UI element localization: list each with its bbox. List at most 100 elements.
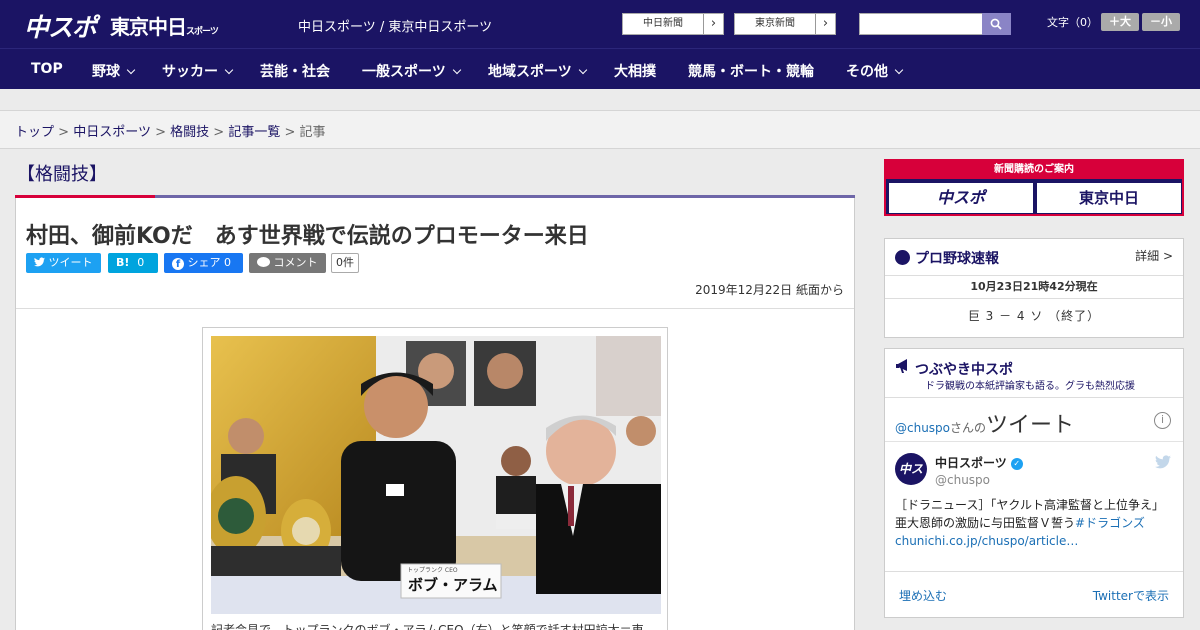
breadcrumb-chunichi-sports[interactable]: 中日スポーツ: [73, 125, 151, 140]
breadcrumb: トップ > 中日スポーツ > 格闘技 > 記事一覧 > 記事: [15, 121, 326, 140]
score-timestamp: 10月23日21時42分現在: [885, 275, 1183, 299]
tweet-text: ［ドラニュース］「ヤクルト高津監督と上位争え」亜大恩師の激励に与田監督Ｖ誓う#ド…: [895, 496, 1175, 550]
nav-top[interactable]: TOP: [31, 61, 63, 77]
subscription-banner[interactable]: 新聞購読のご案内 中スポ 東京中日: [884, 159, 1184, 216]
article-headline: 村田、御前KOだ あす世界戦で伝説のプロモーター来日: [26, 224, 589, 249]
site-title[interactable]: 中日スポーツ / 東京中日スポーツ: [298, 16, 492, 35]
search-button[interactable]: [982, 13, 1011, 35]
tweet-hashtag[interactable]: #ドラゴンズ: [1075, 516, 1145, 530]
timeline-title: ツイート: [986, 413, 1075, 438]
top-header: 中スポ 東京中日スポーツ 中日スポーツ / 東京中日スポーツ 中日新聞 › 東京…: [0, 0, 1200, 48]
font-smaller-button[interactable]: －小: [1142, 13, 1180, 31]
timeline-suffix: さんの: [950, 421, 987, 435]
info-icon[interactable]: i: [1154, 412, 1171, 429]
spacer-band: [0, 89, 1200, 111]
tokyo-logo-sub: スポーツ: [186, 27, 219, 37]
tweet-button[interactable]: ツイート: [26, 253, 101, 273]
article-card: 村田、御前KOだ あす世界戦で伝説のプロモーター来日 ツイート B! 0 f シ…: [15, 198, 855, 630]
chuspo-ad-logo[interactable]: 中スポ: [889, 183, 1033, 213]
divider: [16, 308, 854, 309]
nav-other[interactable]: その他: [846, 61, 904, 81]
twitter-bird-icon: [34, 257, 45, 267]
chevron-right-icon: ›: [815, 14, 835, 34]
tokyo-chunichi-ad-logo[interactable]: 東京中日: [1037, 183, 1181, 213]
tweet-link[interactable]: chunichi.co.jp/chuspo/article…: [895, 534, 1078, 548]
tokyo-logo-text: 東京中日: [110, 15, 187, 39]
breadcrumb-separator: >: [284, 125, 296, 140]
embed-link[interactable]: 埋め込む: [899, 587, 947, 604]
breadcrumb-current: 記事: [299, 125, 326, 140]
subscription-banner-title: 新聞購読のご案内: [886, 161, 1182, 179]
search-icon: [990, 18, 1002, 30]
chevron-right-icon: ›: [703, 14, 723, 34]
breadcrumb-martial-arts[interactable]: 格闘技: [170, 125, 209, 140]
nav-label: その他: [846, 64, 888, 80]
breadcrumb-top[interactable]: トップ: [15, 125, 54, 140]
view-on-twitter-link[interactable]: Twitterで表示: [1093, 587, 1169, 604]
article-photo[interactable]: トップランク CEO ボブ・アラム: [211, 336, 661, 614]
comment-button[interactable]: コメント: [249, 253, 326, 273]
photo-caption: 記者会見で、トップランクのボブ・アラムCEO（右）と笑顔で話す村田諒太＝東: [211, 623, 644, 630]
article-date: 2019年12月22日 紙面から: [695, 283, 844, 297]
nav-soccer[interactable]: サッカー: [162, 61, 234, 81]
nav-sumo[interactable]: 大相撲: [614, 61, 656, 81]
facebook-label: シェア: [187, 256, 221, 269]
facebook-icon: f: [172, 258, 184, 270]
baseball-icon: [895, 250, 910, 265]
breadcrumb-separator: >: [213, 125, 225, 140]
breadcrumb-bar: トップ > 中日スポーツ > 格闘技 > 記事一覧 > 記事: [0, 111, 1200, 149]
twitter-widget: つぶやき中スポ ドラ観戦の本紙評論家も語る。グラも熱烈応援 @chuspoさんの…: [884, 348, 1184, 618]
facebook-count: 0: [224, 256, 231, 269]
twitter-bird-icon[interactable]: [1155, 455, 1171, 469]
nav-baseball[interactable]: 野球: [92, 61, 136, 81]
chevron-down-icon: [578, 65, 587, 75]
comment-count: 0件: [331, 253, 359, 273]
timeline-header: @chuspoさんのツイート: [895, 407, 1074, 439]
verified-badge-icon: ✓: [1010, 458, 1023, 470]
tokyo-chunichi-logo[interactable]: 東京中日スポーツ: [110, 11, 219, 40]
breadcrumb-separator: >: [155, 125, 166, 140]
name-card-title: トップランク CEO: [407, 567, 458, 574]
category-heading: 【格闘技】: [17, 164, 107, 185]
chevron-down-icon: [452, 65, 461, 75]
comment-label: コメント: [273, 256, 318, 269]
tokyo-shimbun-link[interactable]: 東京新聞 ›: [734, 13, 836, 35]
baseball-detail-link[interactable]: 詳細 >: [1135, 247, 1173, 264]
nav-label: 地域スポーツ: [488, 64, 572, 80]
nav-racing[interactable]: 競馬・ボート・競輪: [688, 61, 814, 81]
chevron-down-icon: [224, 65, 234, 75]
tweet-account-name[interactable]: 中日スポーツ ✓: [935, 454, 1023, 471]
timeline-handle[interactable]: @chuspo: [895, 421, 950, 435]
nav-label: 競馬・ボート・競輪: [688, 64, 814, 80]
nav-label: 大相撲: [614, 64, 656, 80]
account-name: 中日スポーツ: [935, 456, 1007, 470]
nav-label: 芸能・社会: [260, 64, 330, 80]
avatar[interactable]: 中ス: [895, 453, 927, 485]
nav-entertainment[interactable]: 芸能・社会: [260, 61, 330, 81]
hatena-bookmark-button[interactable]: B! 0: [108, 253, 158, 273]
font-larger-button[interactable]: ＋大: [1101, 13, 1139, 31]
nav-label: TOP: [31, 61, 63, 77]
nav-general-sports[interactable]: 一般スポーツ: [362, 61, 461, 81]
baseball-score-widget: プロ野球速報 詳細 > 10月23日21時42分現在 巨 3 － 4 ソ （終了…: [884, 238, 1184, 338]
font-size-label: 文字（0）: [1047, 16, 1098, 29]
score-result[interactable]: 巨 3 － 4 ソ （終了）: [885, 307, 1183, 324]
facebook-share-button[interactable]: f シェア 0: [164, 253, 243, 273]
chuspo-logo[interactable]: 中スポ: [24, 8, 97, 44]
article-photo-frame: トップランク CEO ボブ・アラム 記者会見で、トップランクのボブ・アラムCEO…: [202, 327, 668, 630]
twitter-widget-title: つぶやき中スポ: [915, 362, 1013, 378]
nav-local-sports[interactable]: 地域スポーツ: [488, 61, 587, 81]
twitter-widget-subtitle: ドラ観戦の本紙評論家も語る。グラも熱烈応援: [925, 381, 1135, 392]
divider: [885, 571, 1183, 572]
chevron-down-icon: [894, 65, 904, 75]
breadcrumb-separator: >: [58, 125, 70, 140]
search-input[interactable]: [859, 13, 983, 35]
divider: [885, 397, 1183, 398]
tweet-account-handle[interactable]: @chuspo: [935, 473, 990, 487]
nav-label: サッカー: [162, 64, 218, 80]
breadcrumb-article-list[interactable]: 記事一覧: [228, 125, 280, 140]
chunichi-shimbun-link[interactable]: 中日新聞 ›: [622, 13, 724, 35]
tokyo-link-label: 東京新聞: [755, 18, 795, 29]
hatena-count: 0: [137, 256, 145, 269]
comment-bubble-icon: [257, 257, 270, 267]
